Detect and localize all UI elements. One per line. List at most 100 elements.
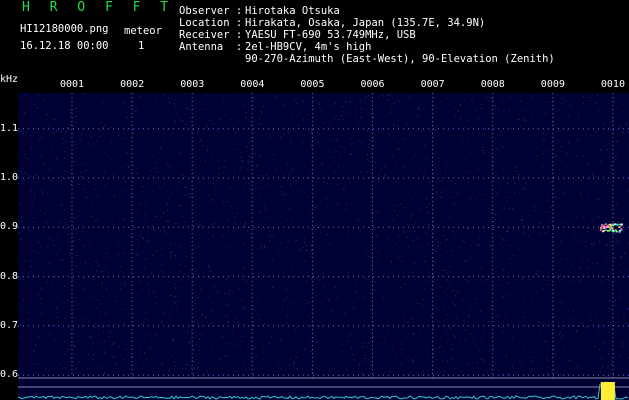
noise-speck — [72, 279, 73, 281]
noise-speck — [290, 303, 292, 305]
noise-speck — [172, 299, 174, 301]
noise-speck — [490, 182, 492, 184]
noise-speck — [33, 363, 35, 365]
receiver-value: YAESU FT-690 53.749MHz, USB — [245, 29, 416, 41]
noise-speck — [519, 283, 520, 285]
noise-speck — [229, 215, 231, 217]
noise-speck — [19, 361, 21, 363]
noise-speck — [619, 241, 620, 243]
noise-speck — [350, 182, 351, 184]
noise-speck — [414, 263, 416, 264]
noise-speck — [237, 321, 239, 323]
noise-speck — [357, 253, 359, 255]
noise-speck — [401, 362, 403, 364]
noise-speck — [32, 304, 34, 306]
noise-speck — [537, 270, 539, 272]
noise-speck — [175, 287, 176, 289]
noise-speck — [106, 215, 108, 217]
noise-speck — [63, 157, 65, 159]
noise-speck — [470, 256, 472, 258]
noise-speck — [247, 120, 249, 122]
noise-speck — [614, 102, 616, 104]
noise-speck — [207, 295, 209, 297]
noise-speck — [255, 285, 257, 287]
noise-speck — [318, 347, 320, 349]
noise-speck — [403, 284, 405, 285]
noise-speck — [377, 258, 378, 260]
noise-speck — [285, 367, 287, 369]
noise-speck — [93, 354, 95, 356]
noise-speck — [67, 239, 69, 241]
noise-speck — [119, 353, 121, 355]
noise-speck — [569, 126, 571, 128]
noise-speck — [627, 242, 629, 244]
noise-speck — [97, 284, 99, 285]
noise-speck — [404, 349, 406, 351]
noise-speck — [365, 249, 367, 251]
noise-speck — [133, 365, 135, 367]
noise-speck — [625, 252, 627, 254]
noise-speck — [310, 128, 312, 130]
noise-speck — [130, 194, 131, 196]
noise-speck — [30, 147, 32, 148]
noise-speck — [143, 289, 145, 291]
noise-speck — [437, 296, 439, 298]
noise-speck — [422, 299, 424, 301]
noise-speck — [392, 290, 394, 292]
noise-speck — [189, 342, 191, 344]
noise-speck — [584, 184, 586, 186]
noise-speck — [234, 222, 236, 224]
noise-speck — [312, 371, 314, 373]
noise-speck — [537, 221, 539, 223]
noise-speck — [48, 125, 50, 127]
noise-speck — [89, 337, 91, 339]
noise-speck — [53, 245, 55, 247]
noise-speck — [559, 302, 561, 304]
noise-speck — [116, 180, 118, 182]
noise-speck — [476, 211, 478, 213]
noise-speck — [232, 98, 234, 100]
noise-speck — [562, 221, 564, 223]
noise-speck — [247, 102, 249, 104]
noise-speck — [282, 256, 284, 258]
noise-speck — [257, 298, 259, 300]
noise-speck — [283, 134, 285, 136]
noise-speck — [619, 125, 621, 127]
noise-speck — [173, 168, 175, 170]
noise-speck — [143, 204, 145, 206]
noise-speck — [178, 315, 180, 317]
noise-speck — [458, 247, 460, 249]
noise-speck — [231, 274, 233, 276]
noise-speck — [367, 154, 368, 155]
noise-speck — [493, 310, 495, 312]
noise-speck — [302, 119, 304, 121]
noise-speck — [115, 239, 117, 241]
noise-speck — [117, 235, 119, 237]
noise-speck — [20, 158, 22, 160]
noise-speck — [396, 214, 398, 216]
noise-speck — [22, 279, 24, 281]
noise-speck — [325, 291, 326, 293]
noise-speck — [215, 219, 217, 221]
noise-speck — [503, 247, 505, 249]
noise-speck — [200, 326, 202, 328]
noise-speck — [181, 216, 183, 217]
noise-speck — [161, 362, 163, 364]
noise-speck — [110, 141, 112, 143]
noise-speck — [609, 300, 611, 302]
noise-speck — [244, 306, 246, 308]
noise-speck — [495, 172, 497, 174]
noise-speck — [283, 299, 285, 301]
noise-speck — [382, 297, 384, 299]
noise-speck — [207, 370, 209, 372]
noise-speck — [416, 339, 417, 340]
noise-speck — [519, 193, 521, 195]
noise-speck — [104, 341, 106, 342]
noise-speck — [56, 121, 58, 123]
noise-speck — [44, 120, 46, 122]
noise-speck — [322, 272, 324, 274]
noise-speck — [129, 235, 131, 237]
noise-speck — [428, 203, 430, 204]
noise-speck — [595, 103, 597, 104]
noise-speck — [193, 349, 195, 351]
